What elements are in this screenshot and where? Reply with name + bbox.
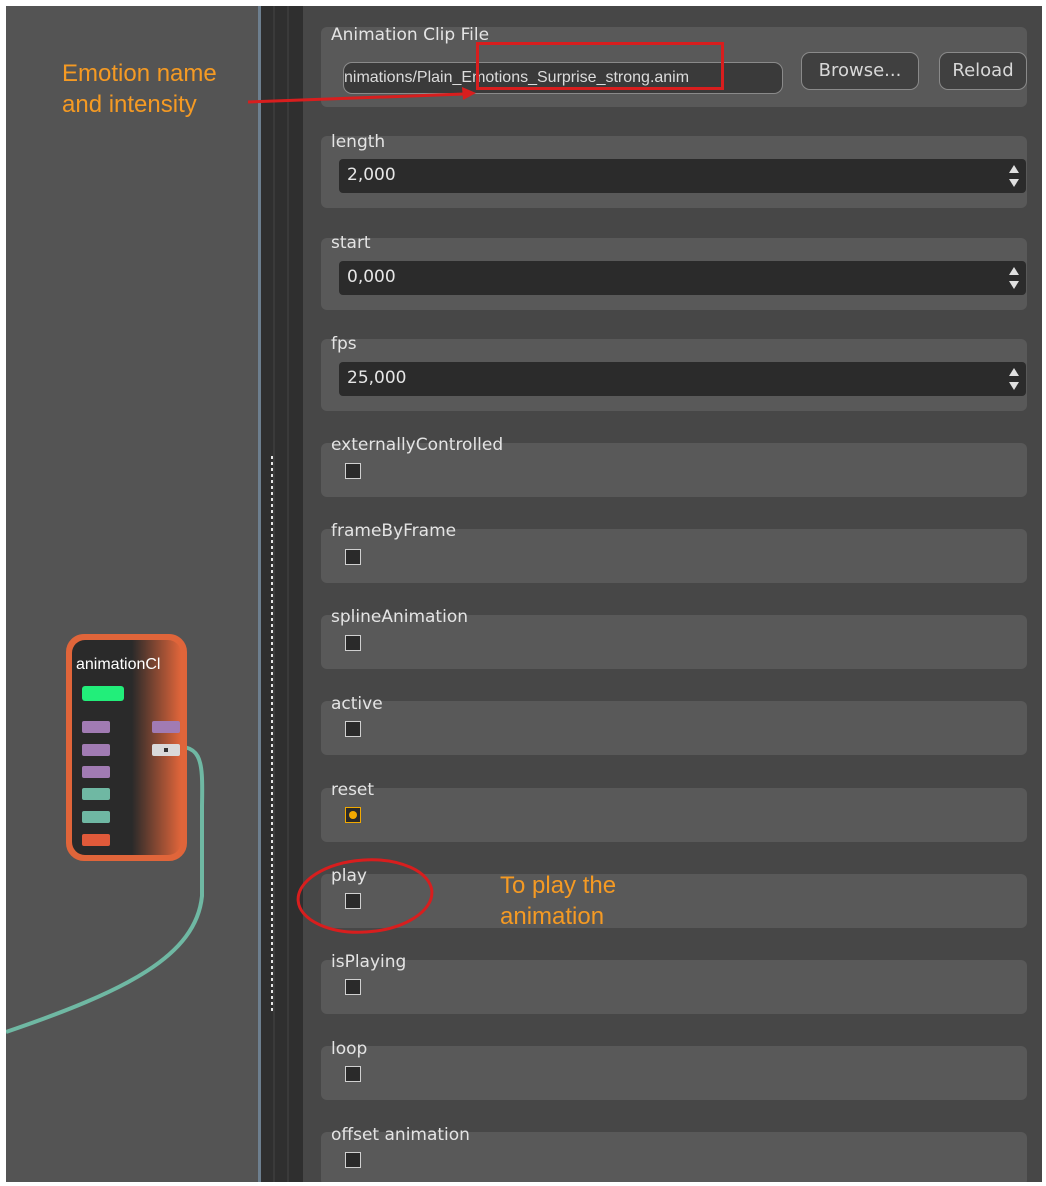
play-checkbox[interactable] (345, 893, 361, 909)
emotion-highlight-box (476, 42, 724, 90)
externally-controlled-checkbox[interactable] (345, 463, 361, 479)
connection-wire (6, 744, 205, 1034)
offset-animation-checkbox[interactable] (345, 1152, 361, 1168)
play-annotation-line1: To play the (500, 872, 617, 899)
output-port[interactable] (152, 721, 180, 733)
is-playing-checkbox[interactable] (345, 979, 361, 995)
spline-animation-label: splineAnimation (331, 607, 468, 627)
is-playing-label: isPlaying (331, 952, 407, 972)
play-label: play (331, 866, 367, 886)
frame-by-frame-checkbox[interactable] (345, 549, 361, 565)
input-port[interactable] (82, 721, 110, 733)
active-label: active (331, 694, 383, 714)
browse-button[interactable]: Browse... (801, 52, 919, 90)
node-status-port[interactable] (82, 686, 124, 701)
fps-value: 25,000 (347, 368, 407, 388)
emotion-annotation: Emotion name and intensity (62, 58, 217, 120)
input-port[interactable] (82, 834, 110, 846)
is-playing-group (321, 960, 1027, 1014)
spline-animation-checkbox[interactable] (345, 635, 361, 651)
length-spinbox[interactable]: 2,000 (339, 159, 1026, 193)
fps-spinbox[interactable]: 25,000 (339, 362, 1026, 396)
output-port-connected[interactable] (152, 744, 180, 756)
node-title: animationCl (76, 656, 161, 673)
up-down-arrows-icon[interactable] (1008, 365, 1020, 393)
length-value: 2,000 (347, 165, 396, 185)
reload-button[interactable]: Reload (939, 52, 1027, 90)
emotion-annotation-line2: and intensity (62, 91, 197, 118)
fps-label: fps (331, 334, 357, 354)
reset-label: reset (331, 780, 375, 800)
frame-by-frame-label: frameByFrame (331, 521, 457, 541)
input-port[interactable] (82, 788, 110, 800)
animation-clip-file-label: Animation Clip File (331, 25, 490, 45)
animation-clip-node[interactable]: animationCl (66, 634, 187, 861)
up-down-arrows-icon[interactable] (1008, 264, 1020, 292)
loop-checkbox[interactable] (345, 1066, 361, 1082)
externally-controlled-label: externallyControlled (331, 435, 504, 455)
reset-group (321, 788, 1027, 842)
app-frame: animationCl Animation Clip File nimation… (6, 6, 1042, 1182)
active-checkbox[interactable] (345, 721, 361, 737)
input-port[interactable] (82, 744, 110, 756)
input-port[interactable] (82, 811, 110, 823)
play-group (321, 874, 1027, 928)
loop-label: loop (331, 1039, 368, 1059)
play-annotation-line2: animation (500, 903, 605, 930)
node-body: animationCl (72, 640, 181, 855)
loop-group (321, 1046, 1027, 1100)
up-down-arrows-icon[interactable] (1008, 162, 1020, 190)
reset-checkbox[interactable] (345, 807, 361, 823)
emotion-annotation-line1: Emotion name (62, 60, 217, 87)
properties-panel: Animation Clip File nimations/Plain_Emot… (303, 6, 1042, 1182)
input-port[interactable] (82, 766, 110, 778)
start-spinbox[interactable]: 0,000 (339, 261, 1026, 295)
start-label: start (331, 233, 371, 253)
start-value: 0,000 (347, 267, 396, 287)
splitter-handle[interactable] (271, 456, 273, 1014)
offset-animation-label: offset animation (331, 1125, 470, 1145)
node-graph-panel[interactable]: animationCl (6, 6, 258, 1182)
play-annotation: To play the animation (500, 870, 616, 932)
panel-splitter[interactable] (261, 6, 303, 1182)
length-label: length (331, 132, 386, 152)
active-group (321, 701, 1027, 755)
